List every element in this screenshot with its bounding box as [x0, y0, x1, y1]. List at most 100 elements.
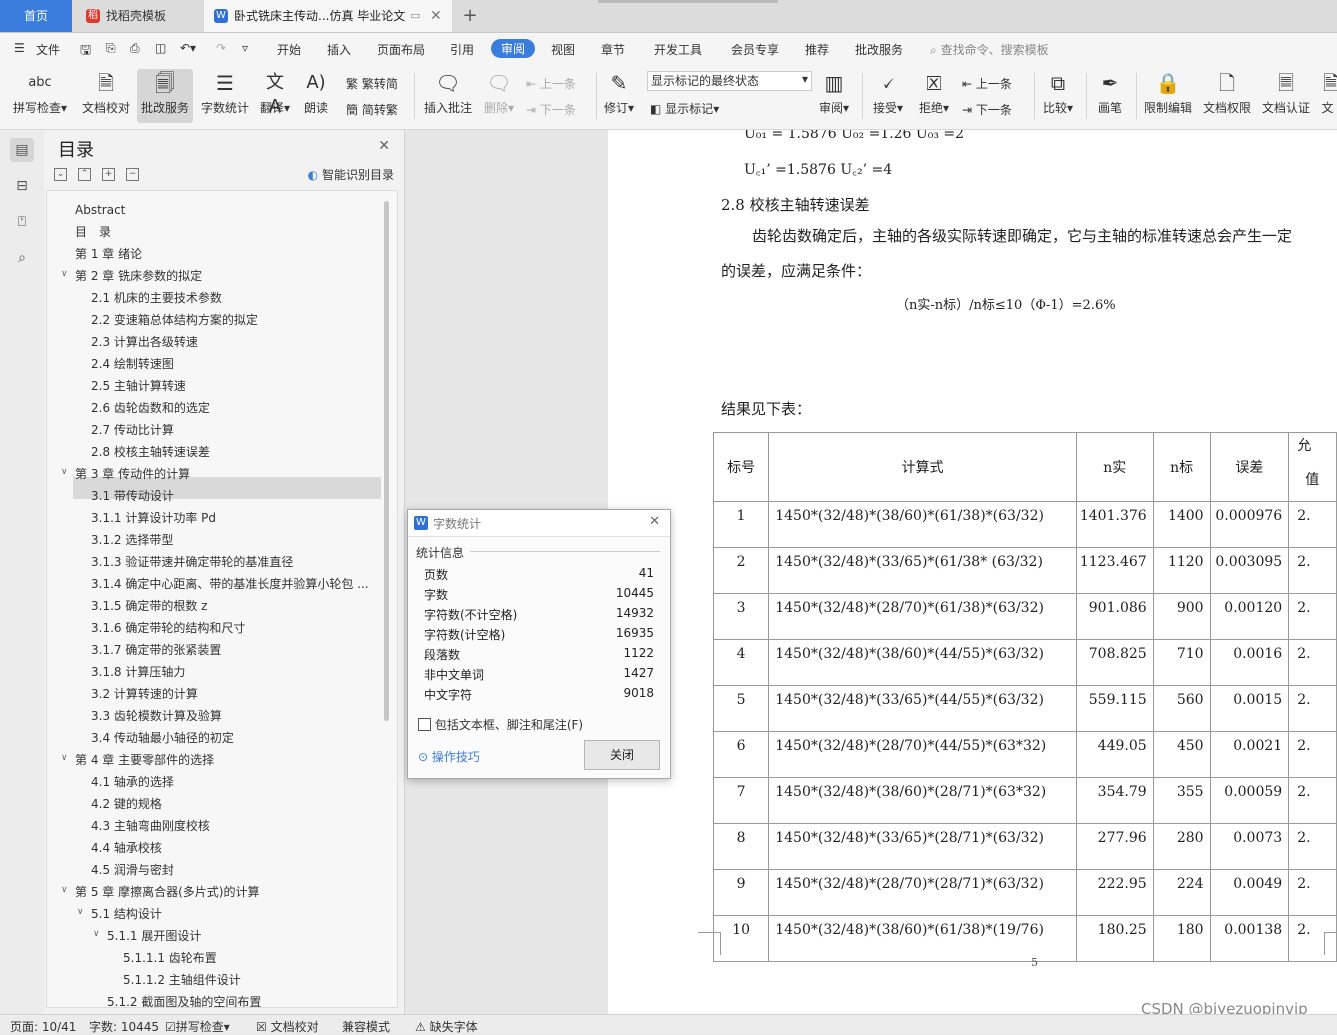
tab-document[interactable]: W 卧式铣床主传动...仿真 毕业论文 ▭ ✕ — [204, 0, 452, 32]
toc-item[interactable]: 3.2 计算转速的计算 — [91, 683, 198, 705]
review-service-button[interactable]: 🗐 批改服务 — [137, 69, 193, 123]
toc-item[interactable]: 5.1.2 截面图及轴的空间布置 — [107, 991, 261, 1007]
remove-toc-icon[interactable]: − — [126, 168, 139, 181]
tab-template[interactable]: 稻 找稻壳模板 — [76, 0, 200, 32]
toc-item[interactable]: 4.3 主轴弯曲刚度校核 — [91, 815, 210, 837]
next-comment-button[interactable]: ⇥ 下一条 — [526, 101, 576, 118]
status-words[interactable]: 字数: 10445 — [89, 1018, 159, 1035]
menu-reference[interactable]: 引用 — [450, 41, 474, 58]
toc-item[interactable]: 3.1.3 验证带速并确定带轮的基准直径 — [91, 551, 293, 573]
expand-up-icon[interactable]: ⌃ — [78, 168, 91, 181]
toc-item[interactable]: 3.1.5 确定带的根数 z — [91, 595, 207, 617]
menu-view[interactable]: 视图 — [551, 41, 575, 58]
close-icon[interactable]: ✕ — [378, 138, 390, 154]
translate-button[interactable]: 文A 翻译▾ — [256, 69, 294, 123]
toc-item[interactable]: 5.1 结构设计 — [91, 903, 162, 925]
toc-item[interactable]: 5.1.1.1 齿轮布置 — [123, 947, 217, 969]
menu-devtools[interactable]: 开发工具 — [654, 41, 702, 58]
word-count-button[interactable]: ☰ 字数统计 — [198, 69, 252, 123]
toc-item[interactable]: 3.1 带传动设计 — [91, 485, 174, 507]
toc-item[interactable]: 第 1 章 绪论 — [75, 243, 142, 265]
accept-button[interactable]: 🗸 接受▾ — [868, 69, 908, 123]
smart-toc-button[interactable]: ◐ 智能识别目录 — [308, 166, 394, 183]
chevron-down-icon[interactable]: ∨ — [77, 907, 84, 917]
insert-comment-button[interactable]: 🗨 插入批注 — [420, 69, 476, 123]
more-button[interactable]: 🗎 文 — [1318, 69, 1337, 123]
toc-item[interactable]: 3.3 齿轮模数计算及验算 — [91, 705, 222, 727]
include-textbox-checkbox[interactable]: 包括文本框、脚注和尾注(F) — [418, 716, 583, 733]
review-pane-button[interactable]: ▥ 审阅▾ — [814, 69, 854, 123]
dialog-close-icon[interactable]: ✕ — [649, 514, 660, 529]
toc-item[interactable]: 第 5 章 摩擦离合器(多片式)的计算 — [75, 881, 259, 903]
chevron-down-icon[interactable]: ∨ — [61, 467, 68, 477]
show-markup-button[interactable]: ◧ 显示标记▾ — [650, 100, 719, 117]
menu-recommend[interactable]: 推荐 — [805, 41, 829, 58]
tab-close-icon[interactable]: ✕ — [430, 0, 442, 32]
toc-item[interactable]: 第 2 章 铣床参数的拟定 — [75, 265, 202, 287]
toc-item[interactable]: 2.1 机床的主要技术参数 — [91, 287, 222, 309]
toc-item[interactable]: 4.1 轴承的选择 — [91, 771, 174, 793]
compare-button[interactable]: ⧉ 比较▾ — [1038, 69, 1078, 123]
next-change-button[interactable]: ⇥ 下一条 — [962, 101, 1012, 118]
collapse-all-icon[interactable]: ⌄ — [54, 168, 67, 181]
toc-item[interactable]: 2.3 计算出各级转速 — [91, 331, 198, 353]
prev-change-button[interactable]: ⇤ 上一条 — [962, 75, 1012, 92]
toc-scrollbar[interactable] — [384, 201, 389, 721]
toc-item[interactable]: 2.5 主轴计算转速 — [91, 375, 186, 397]
bookmark-icon[interactable]: ⍞ — [10, 210, 34, 234]
find-icon[interactable]: ⌕ — [10, 246, 34, 270]
menu-insert[interactable]: 插入 — [327, 41, 351, 58]
chevron-down-icon[interactable]: ∨ — [61, 885, 68, 895]
close-button[interactable]: 关闭 — [584, 740, 660, 770]
status-spellcheck[interactable]: ☑拼写检查▾ — [165, 1018, 230, 1035]
doc-proof-button[interactable]: 🗎 文档校对 — [78, 69, 134, 123]
command-search[interactable]: ⌕ 查找命令、搜索模板 — [930, 41, 1049, 58]
export-icon[interactable]: ⎘ — [106, 41, 116, 56]
add-toc-icon[interactable]: + — [102, 168, 115, 181]
menu-file[interactable]: 文件 — [36, 41, 60, 58]
track-changes-button[interactable]: ✎ 修订▾ — [600, 69, 638, 123]
toc-item[interactable]: 3.1.8 计算压轴力 — [91, 661, 185, 683]
toc-item[interactable]: 第 4 章 主要零部件的选择 — [75, 749, 214, 771]
spellcheck-button[interactable]: abc 拼写检查▾ — [8, 69, 72, 123]
redo-icon[interactable]: ↷ — [216, 41, 226, 55]
toc-item[interactable]: 4.4 轴承校核 — [91, 837, 162, 859]
toc-item[interactable]: 4.2 键的规格 — [91, 793, 162, 815]
toc-item[interactable]: 3.1.4 确定中心距离、带的基准长度并验算小轮包 ... — [91, 573, 369, 595]
toc-item[interactable]: 3.4 传动轴最小轴径的初定 — [91, 727, 234, 749]
tips-link[interactable]: ⊙ 操作技巧 — [418, 748, 480, 765]
print-icon[interactable]: ⎙ — [130, 41, 140, 56]
toc-item[interactable]: 目 录 — [75, 221, 111, 243]
menu-correction[interactable]: 批改服务 — [855, 41, 903, 58]
status-proof[interactable]: ☒ 文档校对 — [256, 1018, 319, 1035]
toc-item[interactable]: 3.1.2 选择带型 — [91, 529, 173, 551]
toc-item[interactable]: 3.1.1 计算设计功率 Pd — [91, 507, 216, 529]
chapter-nav-icon[interactable]: ⊟ — [10, 174, 34, 198]
toc-item[interactable]: 2.8 校核主轴转速误差 — [91, 441, 210, 463]
toc-item-selected[interactable]: 2.7 传动比计算 — [91, 419, 174, 441]
menu-start[interactable]: 开始 — [277, 41, 301, 58]
menu-chapter[interactable]: 章节 — [601, 41, 625, 58]
chevron-down-icon[interactable]: ∨ — [61, 753, 68, 763]
toc-item[interactable]: 2.6 齿轮齿数和的选定 — [91, 397, 210, 419]
toc-item[interactable]: 4.5 润滑与密封 — [91, 859, 174, 881]
toc-item[interactable]: Abstract — [75, 199, 125, 221]
markup-state-select[interactable]: 显示标记的最终状态 ▾ — [647, 71, 812, 91]
delete-comment-button[interactable]: 🗨 删除▾ — [480, 69, 518, 123]
status-page[interactable]: 页面: 10/41 — [10, 1018, 76, 1035]
reject-button[interactable]: 🗵 拒绝▾ — [914, 69, 954, 123]
toc-item[interactable]: 2.2 变速箱总体结构方案的拟定 — [91, 309, 258, 331]
preview-icon[interactable]: ◫ — [155, 41, 166, 55]
toc-item[interactable]: 2.4 绘制转速图 — [91, 353, 174, 375]
chevron-down-icon[interactable]: ∨ — [61, 269, 68, 279]
toc-item[interactable]: 5.1.1.2 主轴组件设计 — [123, 969, 241, 991]
quick-access-more-icon[interactable]: ▿ — [242, 41, 248, 55]
to-simplified-button[interactable]: 簡 简转繁 — [346, 101, 398, 118]
menu-member[interactable]: 会员专享 — [731, 41, 779, 58]
tab-pin-icon[interactable]: ▭ — [410, 0, 420, 32]
pen-button[interactable]: ✒ 画笔 — [1092, 69, 1128, 123]
document-page[interactable]: U₀₁ = 1.5876 U₀₂ =1.26 U₀₃ =2 U꜀₁’ =1.58… — [608, 130, 1337, 1014]
read-aloud-button[interactable]: A) 朗读 — [298, 69, 334, 123]
prev-comment-button[interactable]: ⇤ 上一条 — [526, 75, 576, 92]
undo-icon[interactable]: ↶▾ — [180, 41, 196, 55]
